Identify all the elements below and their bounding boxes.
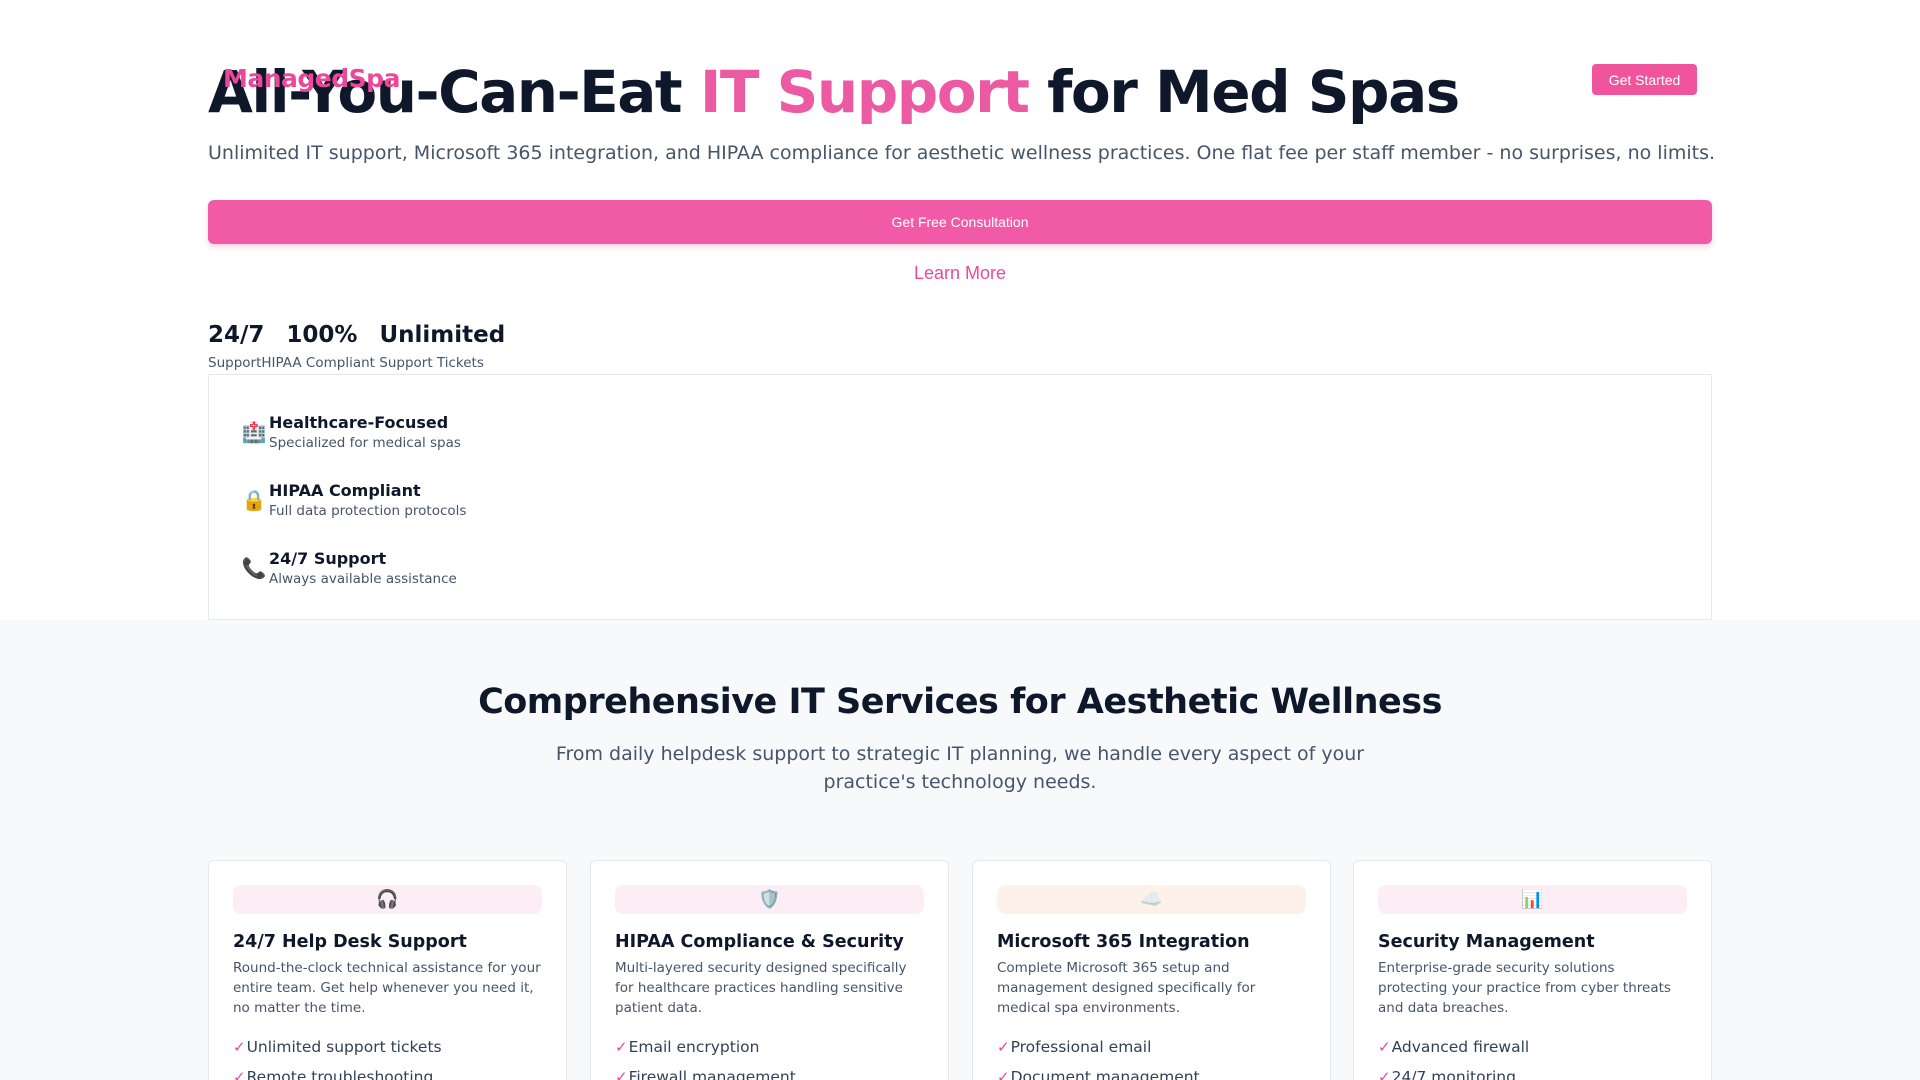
- shield-icon: 🛡️: [615, 885, 924, 914]
- get-started-button[interactable]: Get Started: [1592, 64, 1697, 95]
- check-icon: ✓: [615, 1068, 628, 1080]
- free-consultation-button[interactable]: Get Free Consultation: [208, 200, 1712, 244]
- feature-item: 📞 24/7 Support Always available assistan…: [241, 549, 457, 587]
- feature-item: 🔒 HIPAA Compliant Full data protection p…: [241, 481, 467, 519]
- list-item-label: Advanced firewall: [1391, 1038, 1530, 1056]
- card-feature-list: ✓ Email encryption ✓ Firewall management: [615, 1032, 924, 1080]
- feature-desc: Specialized for medical spas: [269, 435, 461, 451]
- list-item-label: Remote troubleshooting: [246, 1068, 434, 1080]
- list-item-label: Professional email: [1010, 1038, 1152, 1056]
- check-icon: ✓: [615, 1038, 628, 1056]
- stat-label: Support: [208, 355, 262, 371]
- card-feature-list: ✓ Advanced firewall ✓ 24/7 monitoring: [1378, 1032, 1687, 1080]
- check-icon: ✓: [997, 1038, 1010, 1056]
- check-icon: ✓: [233, 1038, 246, 1056]
- features-panel: 🏥 Healthcare-Focused Specialized for med…: [208, 374, 1712, 620]
- stat-value: Unlimited: [379, 322, 506, 348]
- services-subtitle: From daily helpdesk support to strategic…: [555, 743, 1365, 793]
- check-icon: ✓: [1378, 1068, 1391, 1080]
- stats-labels: Support HIPAA Compliant Support Tickets: [208, 355, 484, 371]
- list-item: ✓ Document management: [997, 1062, 1306, 1080]
- list-item: ✓ Email encryption: [615, 1032, 924, 1062]
- check-icon: ✓: [997, 1068, 1010, 1080]
- list-item: ✓ Unlimited support tickets: [233, 1032, 542, 1062]
- feature-title: HIPAA Compliant: [269, 481, 421, 500]
- stat-label: Support Tickets: [379, 355, 484, 371]
- card-desc: Multi-layered security designed specific…: [615, 960, 907, 1016]
- stat-label: HIPAA Compliant: [261, 355, 375, 371]
- card-feature-list: ✓ Professional email ✓ Document management: [997, 1032, 1306, 1080]
- card-title: Microsoft 365 Integration: [997, 932, 1250, 952]
- list-item: ✓ Advanced firewall: [1378, 1032, 1687, 1062]
- list-item-label: Document management: [1010, 1068, 1200, 1080]
- stat-value: 24/7: [208, 322, 265, 348]
- chart-icon: 📊: [1378, 885, 1687, 914]
- list-item: ✓ Professional email: [997, 1032, 1306, 1062]
- list-item-label: Firewall management: [628, 1068, 796, 1080]
- list-item: ✓ Remote troubleshooting: [233, 1062, 542, 1080]
- card-title: 24/7 Help Desk Support: [233, 932, 467, 952]
- stat-value: 100%: [286, 322, 358, 348]
- feature-desc: Always available assistance: [269, 571, 457, 587]
- stats-values: 24/7 100% Unlimited: [208, 322, 505, 348]
- feature-title: Healthcare-Focused: [269, 413, 449, 432]
- hero-subtitle: Unlimited IT support, Microsoft 365 inte…: [208, 142, 1716, 164]
- lock-icon: 🔒: [241, 489, 267, 512]
- card-desc: Enterprise-grade security solutions prot…: [1378, 960, 1671, 1016]
- check-icon: ✓: [1378, 1038, 1391, 1056]
- service-card[interactable]: ☁️ Microsoft 365 Integration Complete Mi…: [972, 860, 1331, 1080]
- list-item-label: Unlimited support tickets: [246, 1038, 442, 1056]
- services-title: Comprehensive IT Services for Aesthetic …: [478, 682, 1442, 722]
- feature-desc: Full data protection protocols: [269, 503, 467, 519]
- headphones-icon: 🎧: [233, 885, 542, 914]
- list-item-label: 24/7 monitoring: [1391, 1068, 1516, 1080]
- card-title: HIPAA Compliance & Security: [615, 932, 904, 952]
- card-title: Security Management: [1378, 932, 1595, 952]
- feature-title: 24/7 Support: [269, 549, 387, 568]
- phone-icon: 📞: [241, 557, 267, 580]
- service-card[interactable]: 📊 Security Management Enterprise-grade s…: [1353, 860, 1712, 1080]
- hero-title-end: for Med Spas: [1028, 58, 1460, 126]
- list-item: ✓ Firewall management: [615, 1062, 924, 1080]
- service-card[interactable]: 🛡️ HIPAA Compliance & Security Multi-lay…: [590, 860, 949, 1080]
- services-section: Comprehensive IT Services for Aesthetic …: [0, 620, 1920, 1080]
- card-feature-list: ✓ Unlimited support tickets ✓ Remote troub…: [233, 1032, 542, 1080]
- card-desc: Round-the-clock technical assistance for…: [233, 960, 541, 1016]
- feature-item: 🏥 Healthcare-Focused Specialized for med…: [241, 413, 461, 451]
- hero-title-accent: IT Support: [699, 58, 1030, 126]
- hospital-icon: 🏥: [241, 421, 267, 444]
- cloud-icon: ☁️: [997, 885, 1306, 914]
- brand-logo[interactable]: ManagedSpa: [223, 64, 400, 93]
- list-item-label: Email encryption: [628, 1038, 760, 1056]
- card-desc: Complete Microsoft 365 setup and managem…: [997, 960, 1256, 1016]
- learn-more-link[interactable]: Learn More: [0, 263, 1920, 284]
- list-item: ✓ 24/7 monitoring: [1378, 1062, 1687, 1080]
- service-card[interactable]: 🎧 24/7 Help Desk Support Round-the-clock…: [208, 860, 567, 1080]
- check-icon: ✓: [233, 1068, 246, 1080]
